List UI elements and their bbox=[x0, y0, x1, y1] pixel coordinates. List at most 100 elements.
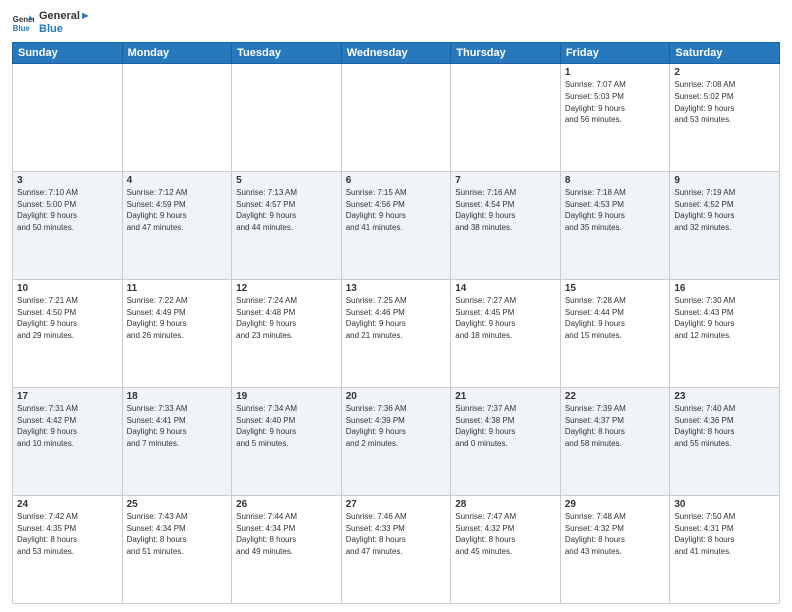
day-info: Sunrise: 7:30 AM Sunset: 4:43 PM Dayligh… bbox=[674, 295, 775, 341]
day-info: Sunrise: 7:19 AM Sunset: 4:52 PM Dayligh… bbox=[674, 187, 775, 233]
day-info: Sunrise: 7:46 AM Sunset: 4:33 PM Dayligh… bbox=[346, 511, 447, 557]
day-number: 3 bbox=[17, 175, 118, 186]
day-number: 20 bbox=[346, 391, 447, 402]
day-number: 9 bbox=[674, 175, 775, 186]
calendar-cell: 4Sunrise: 7:12 AM Sunset: 4:59 PM Daylig… bbox=[122, 172, 232, 280]
day-number: 14 bbox=[455, 283, 556, 294]
day-info: Sunrise: 7:27 AM Sunset: 4:45 PM Dayligh… bbox=[455, 295, 556, 341]
day-info: Sunrise: 7:15 AM Sunset: 4:56 PM Dayligh… bbox=[346, 187, 447, 233]
logo-text: General► bbox=[39, 10, 91, 23]
calendar-cell: 9Sunrise: 7:19 AM Sunset: 4:52 PM Daylig… bbox=[670, 172, 780, 280]
weekday-header: Wednesday bbox=[341, 43, 451, 64]
day-number: 13 bbox=[346, 283, 447, 294]
weekday-header: Monday bbox=[122, 43, 232, 64]
day-number: 28 bbox=[455, 499, 556, 510]
day-info: Sunrise: 7:39 AM Sunset: 4:37 PM Dayligh… bbox=[565, 403, 666, 449]
day-number: 11 bbox=[127, 283, 228, 294]
calendar-cell: 24Sunrise: 7:42 AM Sunset: 4:35 PM Dayli… bbox=[13, 496, 123, 604]
day-info: Sunrise: 7:16 AM Sunset: 4:54 PM Dayligh… bbox=[455, 187, 556, 233]
day-info: Sunrise: 7:22 AM Sunset: 4:49 PM Dayligh… bbox=[127, 295, 228, 341]
day-info: Sunrise: 7:40 AM Sunset: 4:36 PM Dayligh… bbox=[674, 403, 775, 449]
day-number: 5 bbox=[236, 175, 337, 186]
calendar-cell: 25Sunrise: 7:43 AM Sunset: 4:34 PM Dayli… bbox=[122, 496, 232, 604]
day-number: 7 bbox=[455, 175, 556, 186]
logo-blue: Blue bbox=[39, 23, 91, 36]
calendar-cell: 8Sunrise: 7:18 AM Sunset: 4:53 PM Daylig… bbox=[560, 172, 670, 280]
calendar-week-row: 1Sunrise: 7:07 AM Sunset: 5:03 PM Daylig… bbox=[13, 64, 780, 172]
calendar-cell bbox=[13, 64, 123, 172]
calendar-cell: 18Sunrise: 7:33 AM Sunset: 4:41 PM Dayli… bbox=[122, 388, 232, 496]
calendar-cell: 17Sunrise: 7:31 AM Sunset: 4:42 PM Dayli… bbox=[13, 388, 123, 496]
day-number: 12 bbox=[236, 283, 337, 294]
day-number: 27 bbox=[346, 499, 447, 510]
calendar-cell: 22Sunrise: 7:39 AM Sunset: 4:37 PM Dayli… bbox=[560, 388, 670, 496]
day-info: Sunrise: 7:24 AM Sunset: 4:48 PM Dayligh… bbox=[236, 295, 337, 341]
calendar-cell: 5Sunrise: 7:13 AM Sunset: 4:57 PM Daylig… bbox=[232, 172, 342, 280]
day-info: Sunrise: 7:25 AM Sunset: 4:46 PM Dayligh… bbox=[346, 295, 447, 341]
calendar-week-row: 24Sunrise: 7:42 AM Sunset: 4:35 PM Dayli… bbox=[13, 496, 780, 604]
calendar-cell: 10Sunrise: 7:21 AM Sunset: 4:50 PM Dayli… bbox=[13, 280, 123, 388]
day-number: 18 bbox=[127, 391, 228, 402]
day-info: Sunrise: 7:10 AM Sunset: 5:00 PM Dayligh… bbox=[17, 187, 118, 233]
day-info: Sunrise: 7:43 AM Sunset: 4:34 PM Dayligh… bbox=[127, 511, 228, 557]
calendar-cell: 26Sunrise: 7:44 AM Sunset: 4:34 PM Dayli… bbox=[232, 496, 342, 604]
day-info: Sunrise: 7:34 AM Sunset: 4:40 PM Dayligh… bbox=[236, 403, 337, 449]
day-number: 2 bbox=[674, 67, 775, 78]
day-number: 10 bbox=[17, 283, 118, 294]
calendar-week-row: 10Sunrise: 7:21 AM Sunset: 4:50 PM Dayli… bbox=[13, 280, 780, 388]
day-info: Sunrise: 7:12 AM Sunset: 4:59 PM Dayligh… bbox=[127, 187, 228, 233]
day-number: 23 bbox=[674, 391, 775, 402]
calendar-cell: 12Sunrise: 7:24 AM Sunset: 4:48 PM Dayli… bbox=[232, 280, 342, 388]
day-number: 29 bbox=[565, 499, 666, 510]
day-info: Sunrise: 7:08 AM Sunset: 5:02 PM Dayligh… bbox=[674, 79, 775, 125]
calendar-cell: 30Sunrise: 7:50 AM Sunset: 4:31 PM Dayli… bbox=[670, 496, 780, 604]
day-number: 17 bbox=[17, 391, 118, 402]
logo: General Blue General► Blue bbox=[12, 10, 91, 36]
weekday-header: Tuesday bbox=[232, 43, 342, 64]
logo-icon: General Blue bbox=[12, 12, 34, 34]
weekday-header: Friday bbox=[560, 43, 670, 64]
day-info: Sunrise: 7:48 AM Sunset: 4:32 PM Dayligh… bbox=[565, 511, 666, 557]
weekday-header: Sunday bbox=[13, 43, 123, 64]
day-info: Sunrise: 7:36 AM Sunset: 4:39 PM Dayligh… bbox=[346, 403, 447, 449]
calendar-cell bbox=[122, 64, 232, 172]
calendar-cell: 14Sunrise: 7:27 AM Sunset: 4:45 PM Dayli… bbox=[451, 280, 561, 388]
calendar-cell: 6Sunrise: 7:15 AM Sunset: 4:56 PM Daylig… bbox=[341, 172, 451, 280]
day-info: Sunrise: 7:50 AM Sunset: 4:31 PM Dayligh… bbox=[674, 511, 775, 557]
calendar-cell: 23Sunrise: 7:40 AM Sunset: 4:36 PM Dayli… bbox=[670, 388, 780, 496]
calendar-cell: 3Sunrise: 7:10 AM Sunset: 5:00 PM Daylig… bbox=[13, 172, 123, 280]
calendar-cell: 11Sunrise: 7:22 AM Sunset: 4:49 PM Dayli… bbox=[122, 280, 232, 388]
calendar-cell: 21Sunrise: 7:37 AM Sunset: 4:38 PM Dayli… bbox=[451, 388, 561, 496]
day-info: Sunrise: 7:28 AM Sunset: 4:44 PM Dayligh… bbox=[565, 295, 666, 341]
calendar-cell: 1Sunrise: 7:07 AM Sunset: 5:03 PM Daylig… bbox=[560, 64, 670, 172]
day-number: 30 bbox=[674, 499, 775, 510]
day-number: 25 bbox=[127, 499, 228, 510]
svg-text:Blue: Blue bbox=[13, 24, 31, 33]
day-info: Sunrise: 7:37 AM Sunset: 4:38 PM Dayligh… bbox=[455, 403, 556, 449]
day-info: Sunrise: 7:13 AM Sunset: 4:57 PM Dayligh… bbox=[236, 187, 337, 233]
day-number: 19 bbox=[236, 391, 337, 402]
calendar-header-row: SundayMondayTuesdayWednesdayThursdayFrid… bbox=[13, 43, 780, 64]
calendar-cell: 2Sunrise: 7:08 AM Sunset: 5:02 PM Daylig… bbox=[670, 64, 780, 172]
weekday-header: Saturday bbox=[670, 43, 780, 64]
calendar-cell: 20Sunrise: 7:36 AM Sunset: 4:39 PM Dayli… bbox=[341, 388, 451, 496]
calendar-week-row: 3Sunrise: 7:10 AM Sunset: 5:00 PM Daylig… bbox=[13, 172, 780, 280]
day-number: 15 bbox=[565, 283, 666, 294]
calendar-cell: 28Sunrise: 7:47 AM Sunset: 4:32 PM Dayli… bbox=[451, 496, 561, 604]
calendar-cell: 19Sunrise: 7:34 AM Sunset: 4:40 PM Dayli… bbox=[232, 388, 342, 496]
calendar-cell: 16Sunrise: 7:30 AM Sunset: 4:43 PM Dayli… bbox=[670, 280, 780, 388]
day-number: 21 bbox=[455, 391, 556, 402]
page: General Blue General► Blue SundayMondayT… bbox=[0, 0, 792, 612]
calendar-cell bbox=[341, 64, 451, 172]
day-info: Sunrise: 7:31 AM Sunset: 4:42 PM Dayligh… bbox=[17, 403, 118, 449]
day-info: Sunrise: 7:42 AM Sunset: 4:35 PM Dayligh… bbox=[17, 511, 118, 557]
day-number: 24 bbox=[17, 499, 118, 510]
header: General Blue General► Blue bbox=[12, 10, 780, 36]
calendar-cell: 13Sunrise: 7:25 AM Sunset: 4:46 PM Dayli… bbox=[341, 280, 451, 388]
day-info: Sunrise: 7:07 AM Sunset: 5:03 PM Dayligh… bbox=[565, 79, 666, 125]
calendar-cell: 7Sunrise: 7:16 AM Sunset: 4:54 PM Daylig… bbox=[451, 172, 561, 280]
calendar-cell bbox=[451, 64, 561, 172]
day-number: 4 bbox=[127, 175, 228, 186]
calendar-cell: 15Sunrise: 7:28 AM Sunset: 4:44 PM Dayli… bbox=[560, 280, 670, 388]
day-info: Sunrise: 7:44 AM Sunset: 4:34 PM Dayligh… bbox=[236, 511, 337, 557]
